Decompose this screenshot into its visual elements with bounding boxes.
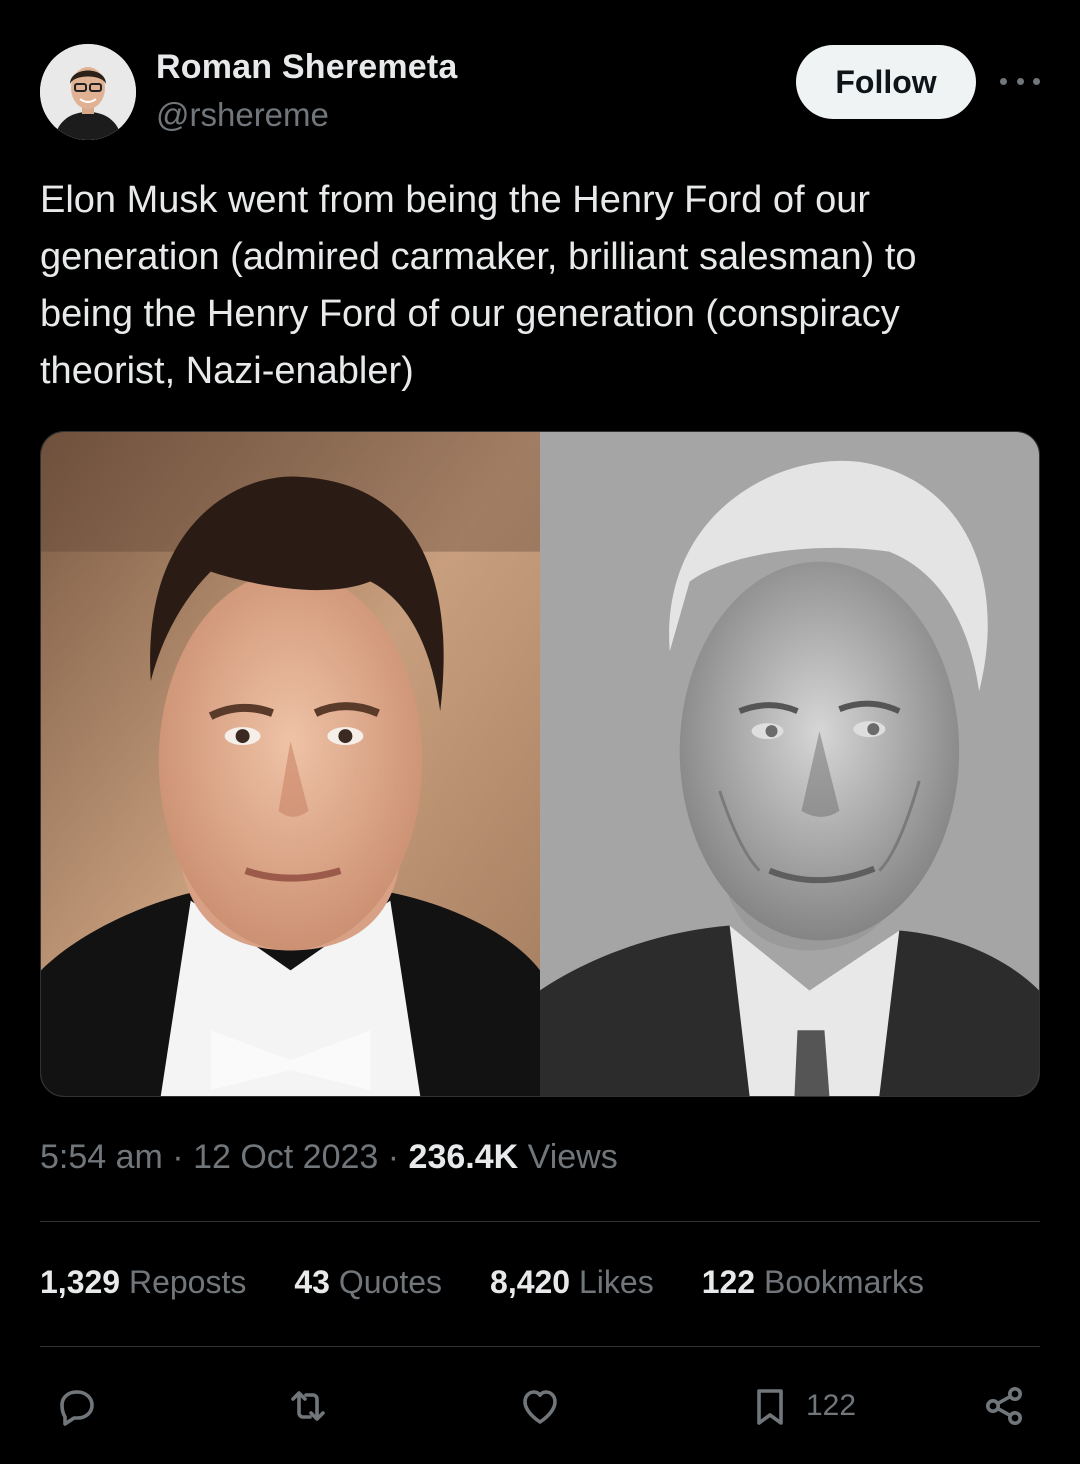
meta-separator: ·: [378, 1138, 409, 1176]
reply-button[interactable]: [52, 1378, 100, 1434]
tweet-time[interactable]: 5:54 am: [40, 1138, 163, 1176]
tweet-text: Elon Musk went from being the Henry Ford…: [40, 179, 917, 392]
divider: [40, 1221, 1040, 1222]
avatar[interactable]: [40, 44, 136, 140]
author-name[interactable]: Roman Sheremeta: [156, 48, 458, 87]
divider: [40, 1346, 1040, 1347]
views-label: Views: [518, 1138, 618, 1176]
action-bar: 122: [0, 1378, 1080, 1434]
likes-count: 8,420: [490, 1264, 571, 1300]
heart-icon: [523, 1390, 557, 1424]
repost-button[interactable]: [284, 1378, 332, 1434]
stat-reposts[interactable]: 1,329 Reposts: [40, 1264, 246, 1301]
tweet-meta: 5:54 am · 12 Oct 2023 · 236.4K Views: [40, 1138, 618, 1177]
quotes-count: 43: [294, 1264, 330, 1300]
stat-quotes[interactable]: 43 Quotes: [294, 1264, 442, 1301]
share-icon: [986, 1387, 1022, 1425]
reply-icon: [60, 1390, 94, 1426]
quotes-label: Quotes: [329, 1264, 443, 1300]
likes-label: Likes: [570, 1264, 654, 1300]
bookmarks-label: Bookmarks: [755, 1264, 925, 1300]
photo-left[interactable]: [41, 432, 540, 1096]
tweet-date[interactable]: 12 Oct 2023: [193, 1138, 378, 1176]
bookmark-icon: [757, 1389, 783, 1425]
bookmark-button[interactable]: 122: [746, 1378, 856, 1434]
repost-icon: [291, 1391, 325, 1421]
like-button[interactable]: [516, 1378, 564, 1434]
reposts-label: Reposts: [120, 1264, 247, 1300]
tweet-media[interactable]: [40, 431, 1040, 1097]
tweet-detail: Roman Sheremeta @rshereme Follow Elon Mu…: [0, 0, 1080, 1464]
share-button[interactable]: [980, 1378, 1028, 1434]
photo-right[interactable]: [540, 432, 1039, 1096]
stat-bookmarks[interactable]: 122 Bookmarks: [702, 1264, 924, 1301]
follow-button[interactable]: Follow: [796, 45, 976, 119]
bookmarks-count: 122: [701, 1264, 756, 1300]
reposts-count: 1,329: [40, 1264, 121, 1300]
engagement-stats: 1,329 Reposts 43 Quotes 8,420 Likes 122 …: [40, 1264, 972, 1301]
bookmark-count: 122: [806, 1389, 857, 1422]
stat-likes[interactable]: 8,420 Likes: [490, 1264, 654, 1301]
meta-separator: ·: [162, 1138, 194, 1176]
views-count: 236.4K: [408, 1138, 519, 1176]
more-icon[interactable]: [1000, 64, 1040, 98]
author-handle[interactable]: @rshereme: [156, 96, 329, 134]
